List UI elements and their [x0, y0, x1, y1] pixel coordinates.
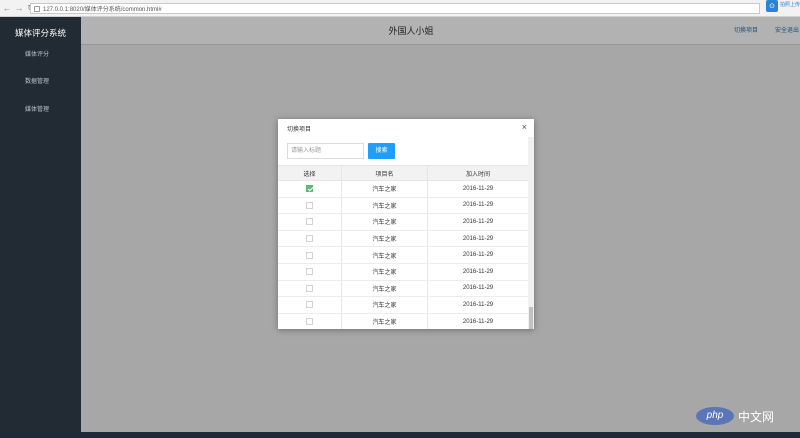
checkbox[interactable]: [306, 318, 313, 326]
php-logo-text: 中文网: [738, 409, 775, 424]
table-row[interactable]: 汽车之家 2016-11-29: [278, 313, 528, 329]
row-select-cell: [278, 181, 342, 197]
table-body: 汽车之家 2016-11-29 汽车之家 2016-11-29 汽车之家 2016-11-…: [278, 181, 528, 329]
url-text: 127.0.0.1:8020/媒体评分系统/common.html#: [43, 7, 162, 13]
column-header-project-name: 项目名: [342, 166, 428, 180]
join-date-cell: 2016-11-29: [462, 285, 494, 292]
project-table: 选择 项目名 加入时间 汽车之家 2016-11-29 汽车之家 2016-11-29…: [278, 165, 528, 329]
dialog-title: 切换项目: [287, 126, 312, 133]
checkbox[interactable]: [306, 218, 313, 226]
close-icon[interactable]: ×: [522, 123, 527, 132]
column-header-select: 选择: [278, 166, 342, 180]
row-select-cell: [278, 313, 342, 329]
top-header: 外国人小姐 切换项目 安全退出: [81, 17, 800, 45]
os-taskbar: [0, 432, 800, 438]
switch-project-dialog: 切换项目 × 请输入标题 搜索 选择 项目名 加入时间 汽车之家 2016-11-…: [278, 119, 534, 329]
dialog-scrollbar[interactable]: [528, 137, 534, 329]
table-row[interactable]: 汽车之家 2016-11-29: [278, 214, 528, 231]
project-name-cell: 汽车之家: [342, 181, 428, 197]
forward-icon[interactable]: →: [14, 2, 24, 14]
scrollbar-thumb[interactable]: [529, 307, 533, 329]
join-date-cell: 2016-11-29: [462, 218, 494, 225]
table-row[interactable]: 汽车之家 2016-11-29: [278, 297, 528, 314]
row-select-cell: [278, 197, 342, 214]
row-select-cell: [278, 247, 342, 263]
back-icon[interactable]: ←: [2, 2, 12, 14]
table-row[interactable]: 汽车之家 2016-11-29: [278, 247, 528, 264]
logout-link[interactable]: 安全退出: [775, 17, 799, 45]
project-name-cell: 汽车之家: [342, 197, 428, 214]
join-date-cell: 2016-11-29: [462, 185, 494, 192]
row-select-cell: [278, 214, 342, 230]
project-name-cell: 汽车之家: [342, 230, 428, 247]
dialog-header: 切换项目: [278, 119, 534, 137]
php-watermark: php 中文网: [696, 405, 796, 427]
project-name-cell: 汽车之家: [342, 247, 428, 263]
search-input[interactable]: 请输入标题: [287, 143, 364, 159]
project-name-cell: 汽车之家: [342, 313, 428, 329]
php-logo-badge: php: [696, 407, 734, 425]
project-name-cell: 汽车之家: [342, 297, 428, 313]
switch-project-link[interactable]: 切换项目: [734, 17, 758, 45]
checkbox[interactable]: [306, 301, 313, 309]
table-row[interactable]: 汽车之家 2016-11-29: [278, 181, 528, 198]
search-button[interactable]: 搜索: [368, 143, 395, 159]
checkbox[interactable]: [306, 268, 313, 276]
project-name-cell: 汽车之家: [342, 263, 428, 280]
extension-icon[interactable]: ⊙: [766, 0, 778, 12]
sidebar-item-media-rating[interactable]: 媒体评分: [0, 48, 81, 62]
sidebar: 媒体评分系统 媒体评分 数据管理 媒体管理: [0, 17, 81, 438]
project-name-cell: 汽车之家: [342, 280, 428, 297]
checkbox-checked[interactable]: [306, 185, 313, 193]
table-row[interactable]: 汽车之家 2016-11-29: [278, 280, 528, 298]
app-title: 媒体评分系统: [14, 28, 66, 38]
checkbox[interactable]: [306, 235, 313, 243]
join-date-cell: 2016-11-29: [462, 268, 494, 275]
address-bar[interactable]: 127.0.0.1:8020/媒体评分系统/common.html#: [30, 3, 760, 14]
page-title: 外国人小姐: [388, 26, 434, 36]
join-date-cell: 2016-11-29: [462, 235, 494, 242]
checkbox[interactable]: [306, 284, 313, 292]
row-select-cell: [278, 230, 342, 247]
sidebar-item-media-management[interactable]: 媒体管理: [0, 103, 81, 117]
project-name-cell: 汽车之家: [342, 214, 428, 230]
table-row[interactable]: 汽车之家 2016-11-29: [278, 263, 528, 281]
row-select-cell: [278, 280, 342, 297]
join-date-cell: 2016-11-29: [462, 301, 494, 308]
extension-label: 拍照上传: [780, 2, 800, 8]
table-row[interactable]: 汽车之家 2016-11-29: [278, 197, 528, 215]
checkbox[interactable]: [306, 201, 313, 209]
join-date-cell: 2016-11-29: [462, 202, 494, 209]
browser-toolbar: ← → ↻ 127.0.0.1:8020/媒体评分系统/common.html#…: [0, 0, 800, 17]
row-select-cell: [278, 297, 342, 313]
sidebar-item-data-management[interactable]: 数据管理: [0, 75, 81, 89]
join-date-cell: 2016-11-29: [462, 318, 494, 325]
table-header: 选择 项目名 加入时间: [278, 165, 528, 181]
table-row[interactable]: 汽车之家 2016-11-29: [278, 230, 528, 248]
join-date-cell: 2016-11-29: [462, 252, 494, 259]
row-select-cell: [278, 263, 342, 280]
column-header-join-date: 加入时间: [465, 171, 490, 178]
page-icon: [34, 5, 40, 12]
checkbox[interactable]: [306, 251, 313, 259]
